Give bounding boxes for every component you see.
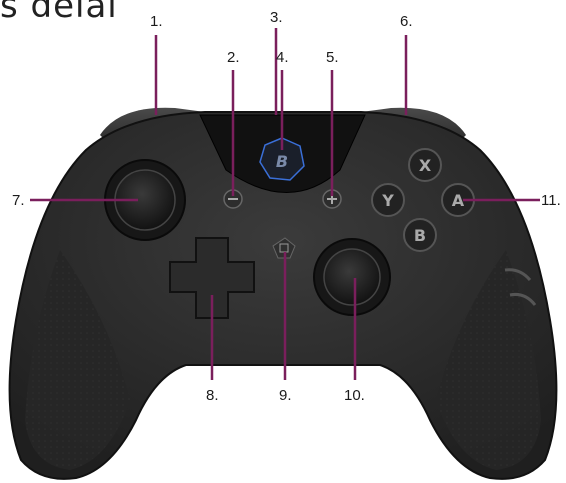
svg-text:A: A xyxy=(452,191,465,210)
callout-3: 3. xyxy=(270,9,283,26)
callout-6: 6. xyxy=(400,13,413,30)
svg-text:B: B xyxy=(414,226,426,245)
face-button-b: B xyxy=(403,218,437,252)
callout-5: 5. xyxy=(326,49,339,66)
svg-text:X: X xyxy=(419,156,432,175)
callout-8: 8. xyxy=(206,387,219,404)
controller-diagram: B X Y A B 1. 2. 3. 4. 5. 6. 7. 8. 9. 10.… xyxy=(8,9,561,480)
callout-1: 1. xyxy=(150,13,163,30)
callout-10: 10. xyxy=(344,387,365,404)
face-button-y: Y xyxy=(371,183,405,217)
face-button-x: X xyxy=(408,148,442,182)
svg-text:B: B xyxy=(276,152,288,171)
callout-11: 11. xyxy=(541,192,561,209)
callout-7: 7. xyxy=(12,192,25,209)
svg-text:Y: Y xyxy=(381,191,394,210)
callout-2: 2. xyxy=(227,49,240,66)
callout-9: 9. xyxy=(279,387,292,404)
callout-4: 4. xyxy=(276,49,289,66)
right-thumbstick xyxy=(313,238,391,316)
